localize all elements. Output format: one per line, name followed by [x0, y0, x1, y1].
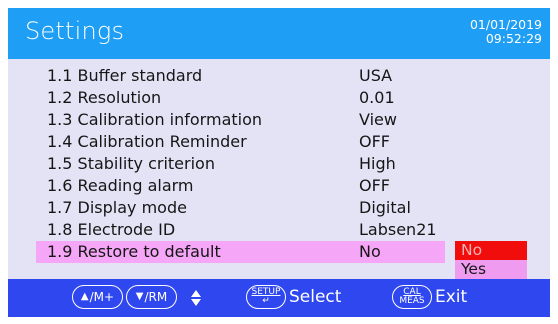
menu-item-value: No	[359, 242, 381, 261]
up-down-arrow-icon	[191, 290, 201, 306]
date-text: 01/01/2019	[469, 17, 542, 32]
up-key-label: /M+	[89, 290, 115, 304]
select-label: Select	[289, 287, 342, 307]
page-title: Settings	[25, 17, 125, 45]
setup-key[interactable]: SETUP ↵	[246, 285, 286, 309]
enter-icon: ↵	[262, 296, 270, 306]
menu-item-value: 0.01	[359, 88, 395, 107]
cal-meas-key[interactable]: CAL MEAS	[392, 285, 432, 309]
menu-item-label: 1.7 Display mode	[47, 198, 187, 217]
datetime-display: 01/01/2019 09:52:29	[470, 18, 542, 46]
menu-item-reading-alarm[interactable]: 1.6 Reading alarm OFF	[36, 175, 529, 197]
menu-item-label: 1.2 Resolution	[47, 88, 162, 107]
menu-item-stability-criterion[interactable]: 1.5 Stability criterion High	[36, 153, 529, 175]
menu-item-resolution[interactable]: 1.2 Resolution 0.01	[36, 87, 529, 109]
up-m-plus-key[interactable]: ▲ /M+	[72, 285, 123, 309]
menu-item-value: OFF	[359, 176, 390, 195]
footer-bar: ▲ /M+ ▼ /RM SETUP ↵ Select CAL MEAS Exit	[8, 279, 550, 317]
menu-item-calibration-information[interactable]: 1.3 Calibration information View	[36, 109, 529, 131]
menu-item-label: 1.8 Electrode ID	[47, 220, 176, 239]
menu-item-value: High	[359, 154, 396, 173]
menu-item-label: 1.4 Calibration Reminder	[47, 132, 247, 151]
restore-default-dropdown[interactable]: No Yes	[455, 241, 527, 279]
menu-item-value: View	[359, 110, 397, 129]
menu-item-value: USA	[359, 66, 393, 85]
menu-item-label: 1.6 Reading alarm	[47, 176, 194, 195]
time-text: 09:52:29	[485, 31, 542, 46]
menu-item-electrode-id[interactable]: 1.8 Electrode ID Labsen21	[36, 219, 529, 241]
menu-item-label: 1.5 Stability criterion	[47, 154, 215, 173]
dropdown-option-no[interactable]: No	[455, 241, 527, 260]
menu-item-label: 1.9 Restore to default	[47, 242, 221, 261]
header-bar: Settings 01/01/2019 09:52:29	[8, 8, 550, 59]
menu-item-value: OFF	[359, 132, 390, 151]
menu-item-display-mode[interactable]: 1.7 Display mode Digital	[36, 197, 529, 219]
dropdown-option-yes[interactable]: Yes	[455, 260, 527, 279]
menu-item-label: 1.3 Calibration information	[47, 110, 263, 129]
menu-item-restore-default[interactable]: 1.9 Restore to default No	[36, 241, 445, 263]
exit-label: Exit	[435, 287, 468, 307]
meas-key-label: MEAS	[399, 296, 425, 306]
menu-item-value: Labsen21	[359, 220, 437, 239]
menu-item-label: 1.1 Buffer standard	[47, 66, 203, 85]
menu-item-buffer-standard[interactable]: 1.1 Buffer standard USA	[36, 65, 529, 87]
up-triangle-icon: ▲	[80, 291, 89, 302]
down-rm-key[interactable]: ▼ /RM	[126, 285, 177, 309]
device-screen: Settings 01/01/2019 09:52:29 1.1 Buffer …	[8, 8, 550, 317]
down-key-label: /RM	[144, 290, 168, 304]
menu-item-value: Digital	[359, 198, 411, 217]
menu-item-calibration-reminder[interactable]: 1.4 Calibration Reminder OFF	[36, 131, 529, 153]
down-triangle-icon: ▼	[135, 291, 144, 302]
